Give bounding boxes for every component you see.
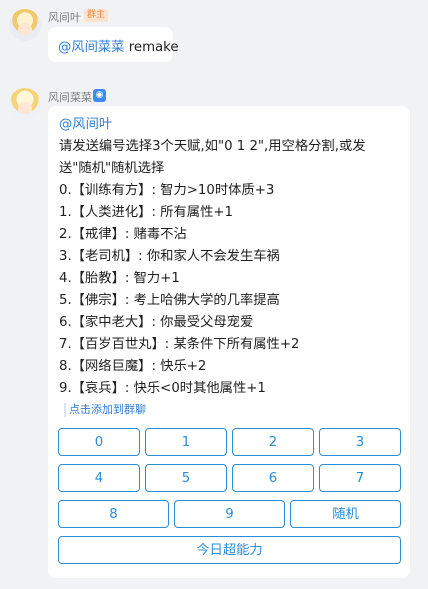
today-superpower-button[interactable]: 今日超能力	[58, 536, 401, 564]
talent-option-8: 8.【网络巨魔】: 快乐+2	[59, 359, 207, 374]
talent-option-9: 9.【哀兵】: 快乐<0时其他属性+1	[59, 381, 266, 396]
talent-option-2: 2.【戒律】: 赌毒不沾	[59, 227, 187, 242]
talent-option-0: 0.【训练有方】: 智力>10时体质+3	[59, 183, 275, 198]
keyboard-button-6[interactable]: 6	[232, 464, 314, 492]
keyboard-button-2[interactable]: 2	[232, 428, 314, 456]
avatar[interactable]	[9, 88, 41, 120]
owner-badge: 群主	[84, 9, 109, 22]
message-text: remake	[124, 40, 179, 55]
keyboard-button-5[interactable]: 5	[145, 464, 227, 492]
avatar[interactable]	[9, 9, 41, 41]
sender-nickname: 风间菜菜	[48, 91, 92, 104]
keyboard-button-9[interactable]: 9	[174, 500, 285, 528]
talent-option-7: 7.【百岁百世丸】: 某条件下所有属性+2	[59, 337, 300, 352]
random-button[interactable]: 随机	[290, 500, 401, 528]
keyboard-button-8[interactable]: 8	[58, 500, 169, 528]
robot-icon: ◉	[93, 89, 106, 102]
talent-option-4: 4.【胎教】: 智力+1	[59, 271, 180, 286]
message-line: 请发送编号选择3个天赋,如"0 1 2",用空格分割,或发	[59, 139, 366, 154]
talent-option-6: 6.【家中老大】: 你最受父母宠爱	[59, 315, 254, 330]
message-line: 送"随机"随机选择	[59, 161, 165, 176]
keyboard-button-3[interactable]: 3	[319, 428, 401, 456]
keyboard-button-7[interactable]: 7	[319, 464, 401, 492]
message-bubble[interactable]: @风间菜菜 remake	[48, 27, 179, 62]
sender-nickname: 风间叶	[48, 11, 81, 24]
talent-option-5: 5.【佛宗】: 考上哈佛大学的几率提高	[59, 293, 280, 308]
message-text-block: @风间叶 请发送编号选择3个天赋,如"0 1 2",用空格分割,或发 送"随机"…	[59, 114, 366, 400]
keyboard-button-0[interactable]: 0	[58, 428, 140, 456]
mention-link[interactable]: @风间叶	[59, 114, 366, 136]
talent-option-1: 1.【人类进化】: 所有属性+1	[59, 205, 233, 220]
talent-option-3: 3.【老司机】: 你和家人不会发生车祸	[59, 249, 280, 264]
mention-link[interactable]: @风间菜菜	[58, 40, 124, 55]
keyboard-button-1[interactable]: 1	[145, 428, 227, 456]
keyboard-button-4[interactable]: 4	[58, 464, 140, 492]
add-to-group-link[interactable]: 点击添加到群聊	[64, 403, 146, 417]
